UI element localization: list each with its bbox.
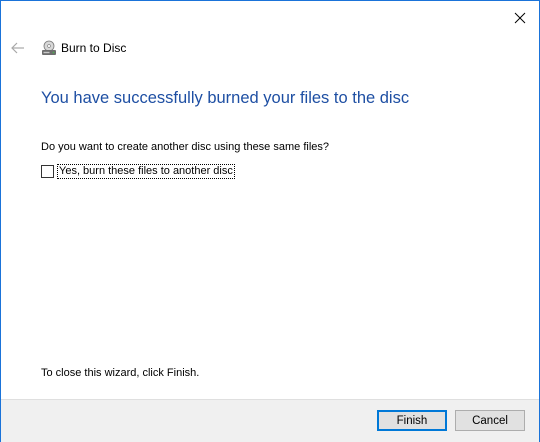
burn-another-disc-label[interactable]: Yes, burn these files to another disc [57,164,235,179]
burn-another-disc-checkbox[interactable] [41,165,54,178]
back-arrow-icon [11,42,24,54]
window-title: Burn to Disc [61,41,127,55]
page-heading: You have successfully burned your files … [41,89,410,107]
disc-burner-icon [42,40,56,55]
close-button[interactable] [505,5,535,31]
question-text: Do you want to create another disc using… [41,141,329,153]
close-icon [514,12,526,24]
button-bar: Finish Cancel [1,399,539,442]
back-button[interactable] [9,39,27,57]
burn-another-disc-option[interactable]: Yes, burn these files to another disc [41,164,235,179]
close-instruction-text: To close this wizard, click Finish. [41,367,200,379]
burn-to-disc-window: Burn to Disc You have successfully burne… [0,0,540,442]
finish-button-label: Finish [396,414,428,427]
cancel-button[interactable]: Cancel [455,410,525,431]
cancel-button-label: Cancel [472,414,508,427]
finish-button[interactable]: Finish [377,410,447,431]
